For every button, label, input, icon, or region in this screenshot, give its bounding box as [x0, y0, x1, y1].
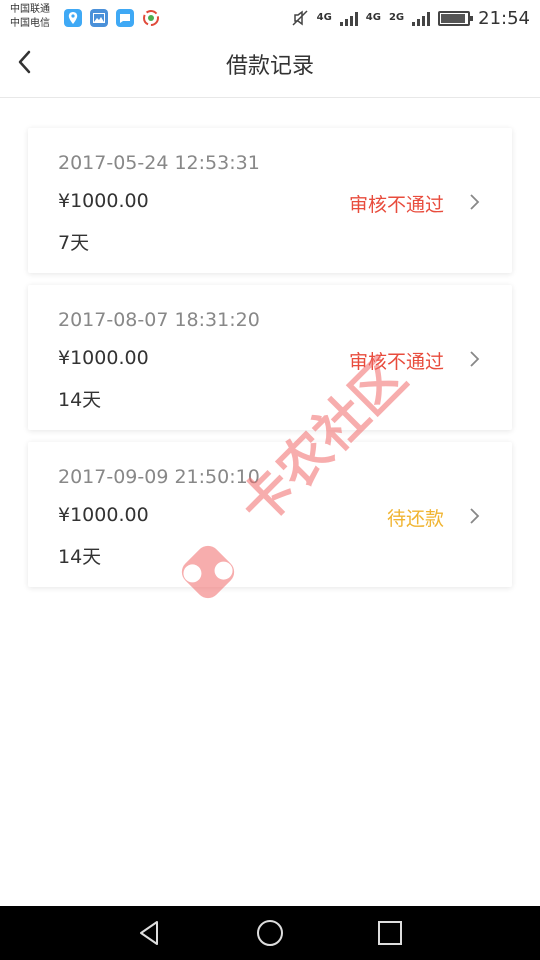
signal-icon-2 — [412, 10, 431, 26]
record-status: 审核不通过 — [348, 351, 444, 373]
carrier-2: 中国电信 — [10, 18, 50, 29]
carrier-info: 中国联通 中国电信 — [10, 3, 50, 31]
system-nav-bar — [0, 906, 540, 960]
loan-record-card[interactable]: 2017-05-24 12:53:31 ¥1000.00 7天 审核不通过 — [28, 128, 512, 273]
notification-icons — [64, 9, 160, 27]
back-triangle-icon[interactable] — [135, 918, 165, 948]
record-time: 2017-08-07 18:31:20 — [58, 309, 260, 331]
mute-icon — [292, 10, 308, 26]
loan-record-list: 2017-05-24 12:53:31 ¥1000.00 7天 审核不通过 20… — [28, 128, 512, 599]
chat-icon — [116, 9, 134, 27]
status-time: 21:54 — [478, 7, 530, 29]
record-term: 14天 — [58, 546, 102, 568]
record-time: 2017-09-09 21:50:10 — [58, 466, 260, 488]
record-amount: ¥1000.00 — [58, 190, 149, 212]
app-header: 借款记录 — [0, 36, 540, 98]
recents-square-icon[interactable] — [375, 918, 405, 948]
record-amount: ¥1000.00 — [58, 347, 149, 369]
status-bar: 中国联通 中国电信 4G 4G 2G 21:54 — [0, 0, 540, 36]
loan-record-card[interactable]: 2017-09-09 21:50:10 ¥1000.00 14天 待还款 — [28, 442, 512, 587]
battery-icon — [438, 10, 474, 26]
record-term: 14天 — [58, 389, 102, 411]
record-amount: ¥1000.00 — [58, 504, 149, 526]
record-status: 审核不通过 — [348, 194, 444, 216]
page-title: 借款记录 — [225, 54, 314, 79]
chevron-right-icon — [470, 351, 480, 367]
loan-record-card[interactable]: 2017-08-07 18:31:20 ¥1000.00 14天 审核不通过 — [28, 285, 512, 430]
signal-icon — [339, 10, 358, 26]
network-type-1: 4G — [316, 12, 332, 23]
record-status: 待还款 — [386, 508, 444, 530]
home-circle-icon[interactable] — [255, 918, 285, 948]
gallery-icon — [90, 9, 108, 27]
chevron-right-icon — [470, 194, 480, 210]
record-time: 2017-05-24 12:53:31 — [58, 152, 260, 174]
map-pin-icon — [64, 9, 82, 27]
system-icons: 4G 4G 2G 21:54 — [291, 6, 530, 30]
app-icon — [142, 9, 160, 27]
record-term: 7天 — [58, 232, 90, 254]
chevron-right-icon — [470, 508, 480, 524]
network-type-3: 2G — [388, 12, 405, 23]
carrier-1: 中国联通 — [10, 4, 50, 15]
network-type-2: 4G — [365, 12, 381, 23]
